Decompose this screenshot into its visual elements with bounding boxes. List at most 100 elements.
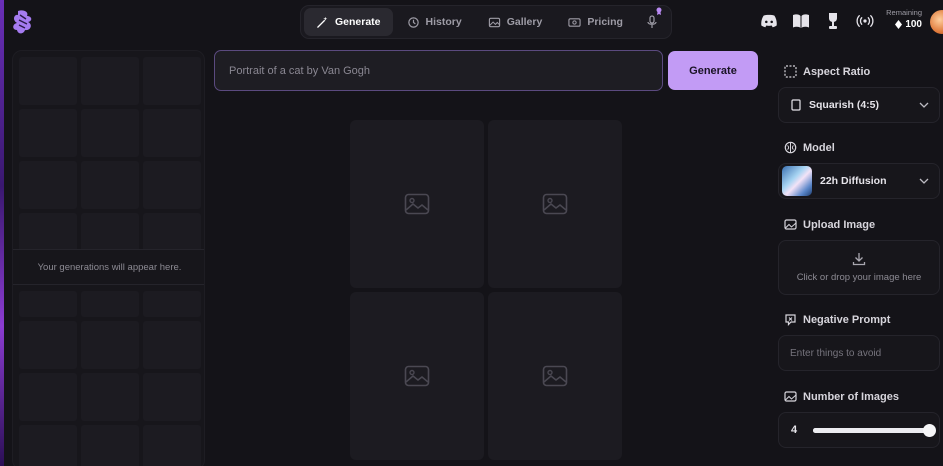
trophy-icon[interactable] <box>824 12 842 30</box>
history-grid-bottom <box>19 291 201 466</box>
aspect-ratio-label: Aspect Ratio <box>803 65 871 78</box>
upload-hint: Click or drop your image here <box>796 272 922 283</box>
history-slot <box>19 161 77 209</box>
image-placeholder-icon <box>542 365 568 387</box>
voice-input-button[interactable] <box>637 7 667 29</box>
history-slot <box>19 425 77 466</box>
aspect-ratio-select-row: Squarish (4:5) <box>779 88 939 122</box>
credits-label: Remaining <box>886 8 922 17</box>
output-image-slot-2 <box>488 120 622 288</box>
negative-prompt-icon <box>785 314 796 326</box>
top-nav: Generate History Gallery Pricing <box>300 5 672 39</box>
num-images-label: Number of Images <box>803 390 899 403</box>
slider-fill <box>813 427 929 433</box>
history-slot <box>143 57 201 105</box>
image-placeholder-icon <box>404 365 430 387</box>
model-value: 22h Diffusion <box>820 175 887 187</box>
history-slot <box>19 321 77 369</box>
history-slot <box>143 321 201 369</box>
credits-value: 100 <box>905 19 922 30</box>
microphone-icon <box>647 15 657 28</box>
generate-button[interactable]: Generate <box>668 51 758 90</box>
tab-gallery-label: Gallery <box>506 16 543 28</box>
pricing-icon <box>568 17 581 27</box>
history-slot <box>81 291 139 317</box>
history-slot <box>19 57 77 105</box>
aspect-ratio-heading: Aspect Ratio <box>784 65 870 78</box>
slider-thumb[interactable] <box>923 423 936 437</box>
docs-book-icon[interactable] <box>792 12 810 30</box>
image-placeholder-icon <box>404 193 430 215</box>
generations-history-panel: Your generations will appear here. <box>12 50 205 466</box>
history-icon <box>407 16 419 28</box>
header-icons <box>760 12 874 30</box>
upload-dropzone-content: Click or drop your image here <box>779 241 939 294</box>
prompt-input[interactable] <box>214 50 663 91</box>
upload-dropzone[interactable]: Click or drop your image here <box>778 240 940 295</box>
download-arrow-icon <box>852 253 866 266</box>
image-placeholder-icon <box>542 193 568 215</box>
upload-image-heading: Upload Image <box>784 218 875 231</box>
images-icon <box>784 391 797 402</box>
num-images-value: 4 <box>791 424 798 436</box>
tab-generate-label: Generate <box>335 16 381 28</box>
num-images-heading: Number of Images <box>784 390 899 403</box>
history-slot <box>143 425 201 466</box>
history-slot <box>19 291 77 317</box>
history-slot <box>81 425 139 466</box>
aspect-ratio-value: Squarish (4:5) <box>809 99 880 111</box>
credits-remaining: Remaining 100 <box>882 8 922 30</box>
model-select-row: 22h Diffusion <box>779 164 939 198</box>
broadcast-icon[interactable] <box>856 12 874 30</box>
history-grid-top <box>19 57 201 261</box>
negative-prompt-heading: Negative Prompt <box>784 313 890 326</box>
gem-icon <box>895 20 903 29</box>
gallery-icon <box>488 17 500 27</box>
history-slot <box>81 57 139 105</box>
output-image-slot-1 <box>350 120 484 288</box>
chevron-down-icon <box>919 102 929 108</box>
history-slot <box>81 373 139 421</box>
negative-prompt-label: Negative Prompt <box>803 313 891 326</box>
model-thumbnail <box>782 166 812 196</box>
model-label: Model <box>803 141 835 154</box>
portrait-rect-icon <box>791 99 801 111</box>
negative-prompt-input[interactable] <box>779 336 939 370</box>
history-slot <box>143 109 201 157</box>
tab-pricing-label: Pricing <box>587 16 623 28</box>
credits-value-row: 100 <box>882 19 922 30</box>
settings-panel: Aspect Ratio Squarish (4:5) Model 22h Di… <box>768 50 943 466</box>
aspect-ratio-icon <box>784 65 797 78</box>
image-upload-icon <box>784 219 797 230</box>
history-slot <box>81 161 139 209</box>
num-images-slider-row: 4 <box>779 413 939 447</box>
user-avatar[interactable] <box>930 10 943 34</box>
history-slot <box>81 321 139 369</box>
tab-gallery[interactable]: Gallery <box>476 8 555 36</box>
model-heading: Model <box>784 141 835 154</box>
num-images-slider[interactable] <box>813 423 936 437</box>
app-logo-icon[interactable] <box>12 9 34 35</box>
tab-history-label: History <box>425 16 462 28</box>
discord-icon[interactable] <box>760 12 778 30</box>
tab-pricing[interactable]: Pricing <box>556 8 635 36</box>
model-brain-icon <box>784 141 797 154</box>
chevron-down-icon <box>919 178 929 184</box>
history-slot <box>143 291 201 317</box>
output-image-slot-4 <box>488 292 622 460</box>
model-select[interactable]: 22h Diffusion <box>778 163 940 199</box>
award-badge-icon <box>656 7 662 15</box>
aspect-ratio-select[interactable]: Squarish (4:5) <box>778 87 940 123</box>
empty-generations-message: Your generations will appear here. <box>13 249 204 285</box>
tab-history[interactable]: History <box>395 8 474 36</box>
upload-image-label: Upload Image <box>803 218 876 231</box>
window-edge-strip <box>0 0 4 466</box>
history-slot <box>143 161 201 209</box>
history-slot <box>143 373 201 421</box>
num-images-control: 4 <box>778 412 940 448</box>
negative-prompt-field <box>778 335 940 371</box>
tab-generate[interactable]: Generate <box>304 8 393 36</box>
magic-wand-icon <box>317 16 328 28</box>
output-image-slot-3 <box>350 292 484 460</box>
history-slot <box>19 373 77 421</box>
